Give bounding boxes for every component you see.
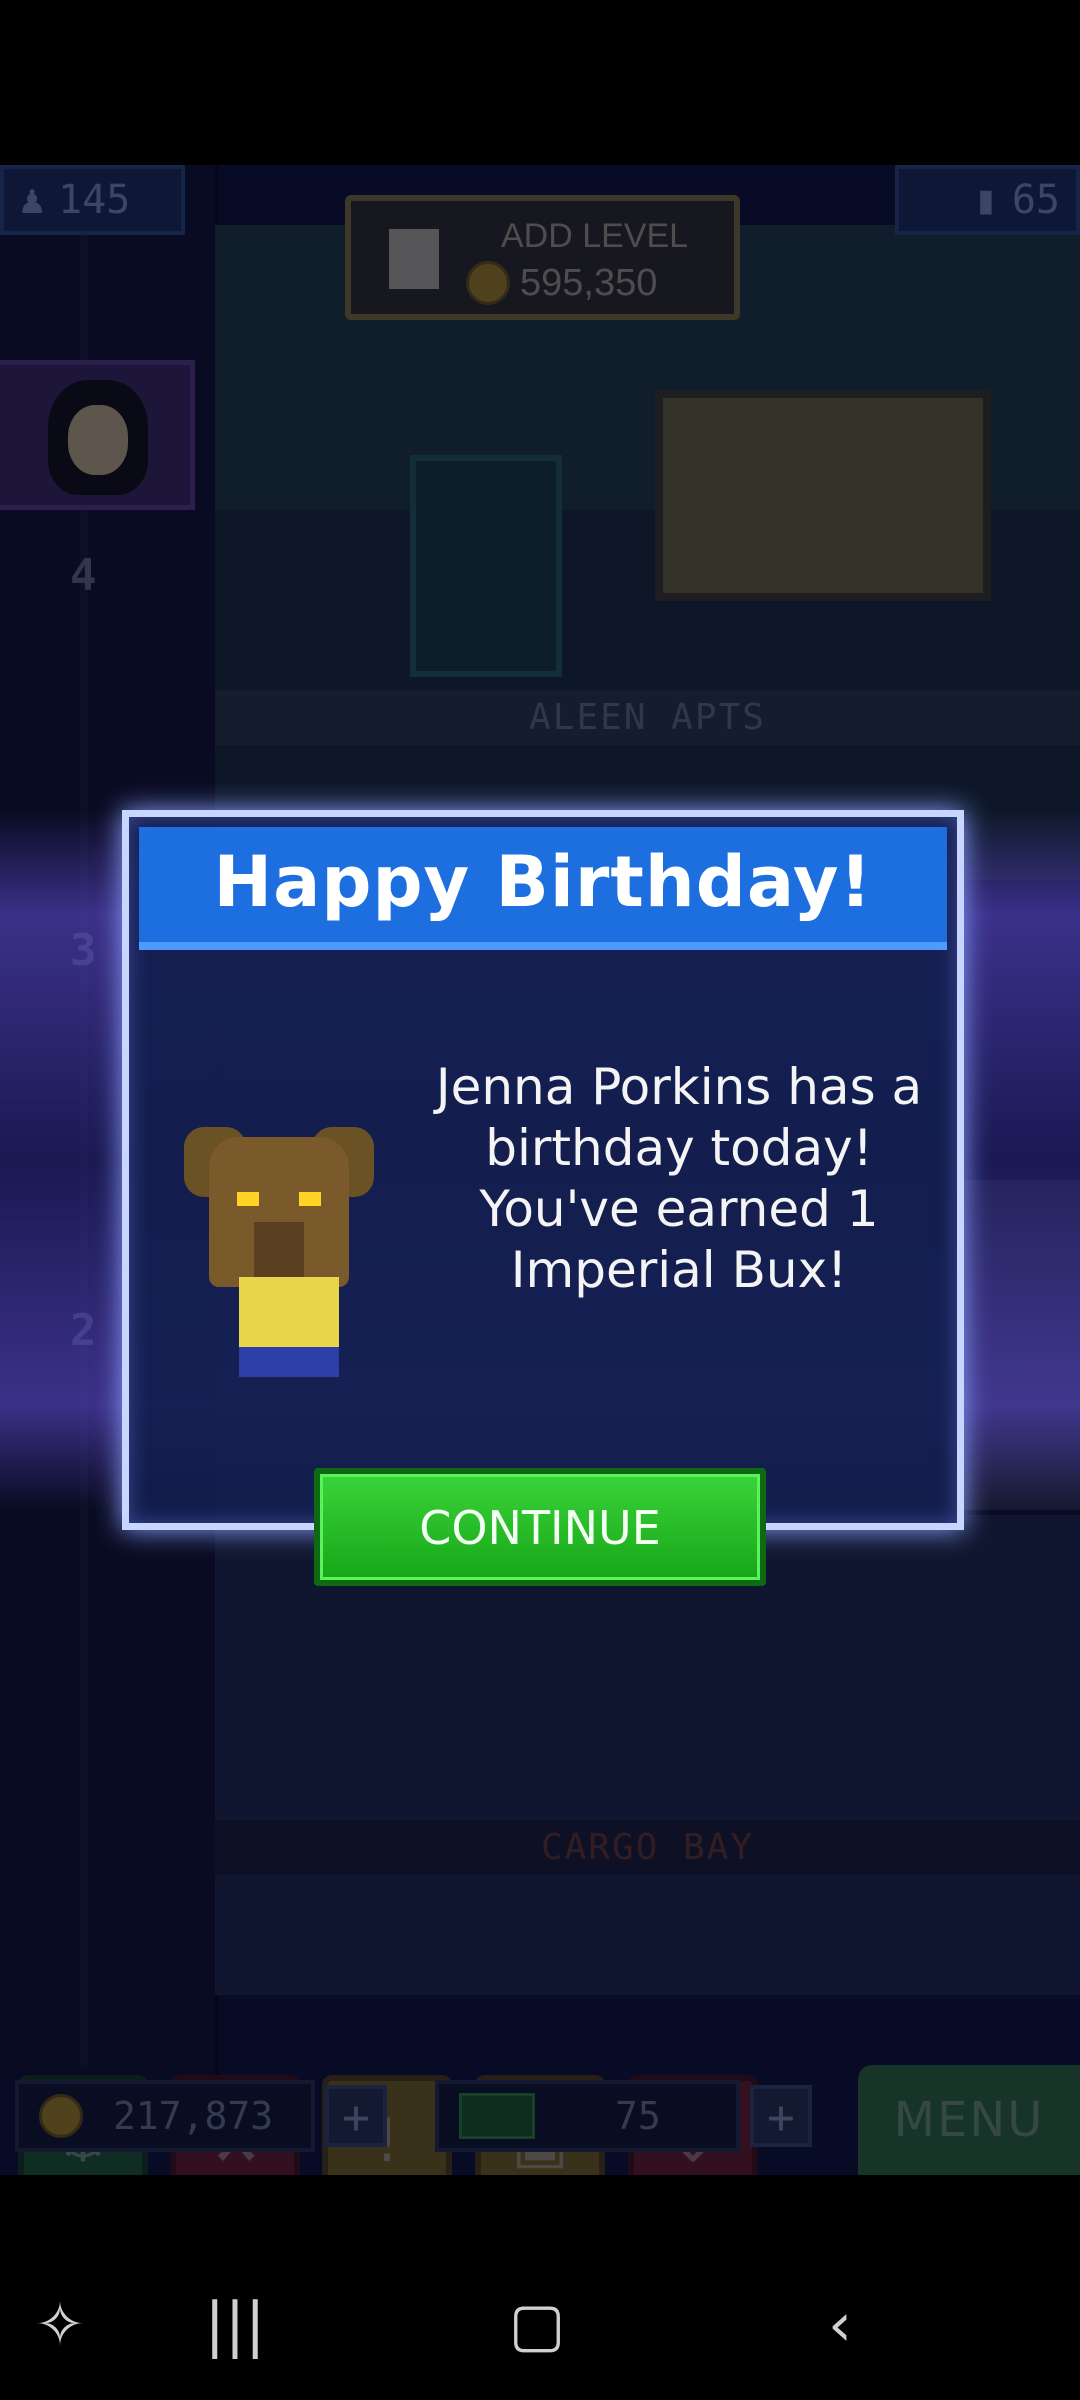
recent-apps-icon[interactable]: ||| [190, 2280, 280, 2370]
add-level-cost: 595,350 [466, 261, 657, 305]
apartment-window [655, 390, 991, 601]
bitizen-sprite [184, 1127, 374, 1387]
floor-cargo [215, 1515, 1080, 1995]
continue-button[interactable]: CONTINUE [314, 1468, 766, 1586]
menu-button[interactable]: MENU [858, 2065, 1080, 2175]
floor-label: CARGO BAY [215, 1820, 1080, 1875]
bux-balance: 75 [435, 2080, 740, 2152]
dialog-title: Happy Birthday! [139, 827, 947, 950]
back-icon[interactable]: ‹ [795, 2280, 885, 2370]
bux-icon [459, 2093, 535, 2139]
add-level-label: ADD LEVEL [501, 217, 689, 255]
coin-icon [466, 261, 510, 305]
buy-coins-button[interactable]: + [325, 2085, 387, 2147]
system-nav-bar: ✧ ||| ▢ ‹ [0, 2250, 1080, 2400]
coins-value: 217,873 [113, 2094, 274, 2138]
apartment-door [410, 455, 562, 677]
person-icon: ♟ [20, 177, 45, 223]
bux-value: 75 [615, 2094, 661, 2138]
population-counter[interactable]: ♟ 145 [0, 165, 185, 235]
floor-counter[interactable]: ▮ 65 [895, 165, 1080, 235]
character-portrait-icon [48, 380, 148, 495]
dialog-message: Jenna Porkins has a birthday today! You'… [435, 1058, 923, 1299]
game-launcher-icon[interactable]: ✧ [15, 2280, 105, 2370]
add-level-cost-value: 595,350 [520, 261, 658, 304]
add-level-button[interactable]: ADD LEVEL 595,350 [345, 195, 740, 320]
buy-bux-button[interactable]: + [750, 2085, 812, 2147]
floor-count-value: 65 [1011, 177, 1060, 223]
add-floor-icon [389, 229, 439, 289]
hero-avatar[interactable] [0, 360, 195, 510]
population-value: 145 [58, 177, 131, 223]
floor-label: ALEEN APTS [215, 690, 1080, 745]
coin-icon [39, 2094, 83, 2138]
building-icon: ▮ [973, 177, 998, 223]
floor-number: 4 [70, 550, 97, 601]
coins-balance: 217,873 [15, 2080, 315, 2152]
home-icon[interactable]: ▢ [492, 2280, 582, 2370]
birthday-dialog: Happy Birthday! Jenna Porkins has a birt… [122, 810, 964, 1530]
